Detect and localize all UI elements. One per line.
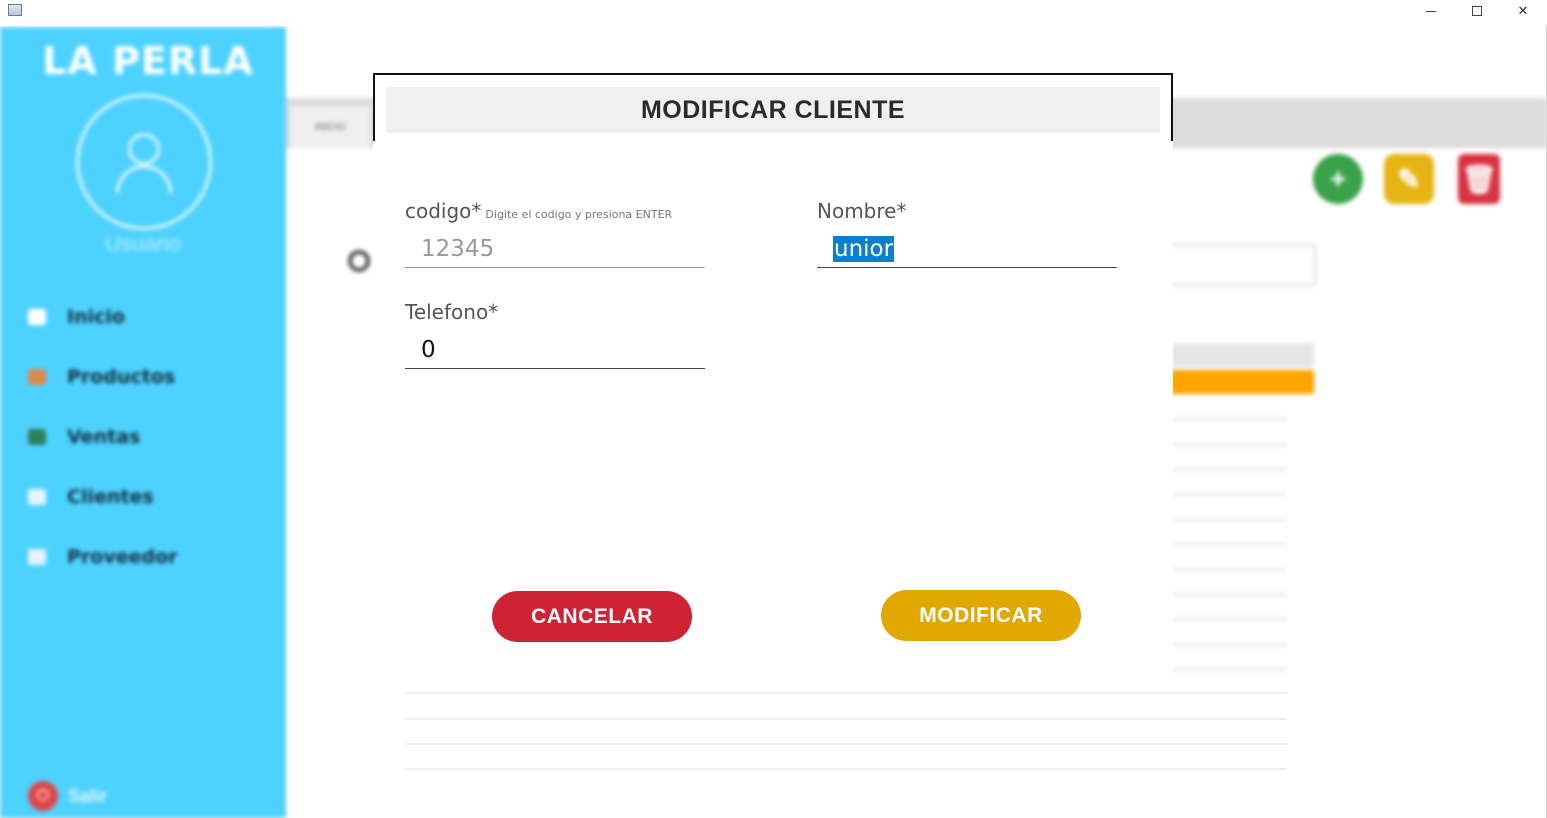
divider — [405, 692, 1287, 694]
delete-button[interactable]: 🗑 — [1458, 154, 1500, 204]
maximize-icon — [1472, 6, 1482, 16]
codigo-field: codigo* Digite el codigo y presiona ENTER… — [405, 199, 705, 268]
app-icon — [8, 4, 22, 16]
sidebar-item-productos[interactable]: Productos — [28, 364, 175, 390]
truck-icon — [28, 549, 46, 565]
sidebar-item-label: Inicio — [67, 306, 125, 328]
modify-client-dialog: MODIFICAR CLIENTE codigo* Digite el codig… — [373, 73, 1287, 818]
avatar — [76, 94, 212, 230]
sidebar-item-proveedor[interactable]: Proveedor — [28, 544, 178, 570]
sidebar-item-label: Productos — [67, 366, 176, 388]
home-icon — [28, 309, 46, 325]
table-row — [1173, 543, 1286, 546]
table-row — [1173, 443, 1286, 446]
dialog-header: MODIFICAR CLIENTE — [386, 87, 1160, 133]
table-row — [1173, 618, 1286, 621]
table-row — [1173, 593, 1286, 596]
brand-logo: LA PERLA — [42, 39, 254, 83]
telefono-field: Telefono* 0 — [405, 300, 705, 369]
table-row — [1173, 468, 1286, 471]
power-icon: ⏻ — [28, 781, 58, 811]
close-button[interactable]: ✕ — [1500, 0, 1546, 22]
box-icon — [28, 369, 46, 385]
maximize-button[interactable] — [1454, 0, 1500, 22]
chart-icon — [28, 429, 46, 445]
divider — [405, 718, 1287, 720]
sidebar-item-label: Clientes — [67, 486, 154, 508]
table-row — [1173, 493, 1286, 496]
sidebar: LA PERLA Usuario Inicio Productos Ventas… — [0, 27, 286, 818]
nombre-input[interactable]: unior — [817, 230, 1117, 268]
dialog-title: MODIFICAR CLIENTE — [640, 95, 906, 124]
minimize-icon — [1426, 10, 1436, 12]
sidebar-item-clientes[interactable]: Clientes — [28, 484, 154, 510]
sidebar-item-inicio[interactable]: Inicio — [28, 304, 125, 330]
table-row — [1173, 518, 1286, 521]
tab-inicio[interactable]: INICIO — [290, 106, 370, 148]
telefono-input[interactable]: 0 — [405, 331, 705, 369]
user-icon — [128, 133, 160, 165]
cancel-button[interactable]: CANCELAR — [492, 591, 692, 642]
people-icon — [28, 489, 46, 505]
add-button[interactable]: + — [1313, 154, 1363, 204]
username: Usuario — [105, 231, 181, 256]
table-row — [1173, 418, 1286, 421]
codigo-input[interactable]: 12345 — [405, 230, 705, 268]
divider — [405, 768, 1287, 770]
divider — [405, 743, 1287, 745]
app-window: LA PERLA Usuario Inicio Productos Ventas… — [0, 0, 1547, 818]
sidebar-item-label: Ventas — [67, 426, 141, 448]
table-row — [1173, 568, 1286, 571]
minimize-button[interactable] — [1408, 0, 1454, 22]
logout-button[interactable]: ⏻ Salir — [28, 781, 107, 811]
modify-button[interactable]: MODIFICAR — [881, 590, 1081, 641]
codigo-hint: Digite el codigo y presiona ENTER — [485, 208, 673, 221]
title-bar: ✕ — [0, 0, 1547, 26]
table-row — [1173, 668, 1286, 671]
table-row — [1173, 643, 1286, 646]
logout-label: Salir — [68, 785, 108, 806]
edit-button[interactable]: ✎ — [1384, 154, 1434, 204]
nombre-label: Nombre* — [817, 199, 907, 223]
nombre-selected-text: unior — [833, 235, 895, 262]
codigo-label: codigo* — [405, 199, 482, 223]
telefono-label: Telefono* — [405, 300, 499, 324]
nombre-field: Nombre* unior — [817, 199, 1117, 268]
search-icon — [348, 250, 370, 272]
sidebar-item-label: Proveedor — [67, 546, 178, 568]
sidebar-item-ventas[interactable]: Ventas — [28, 424, 140, 450]
